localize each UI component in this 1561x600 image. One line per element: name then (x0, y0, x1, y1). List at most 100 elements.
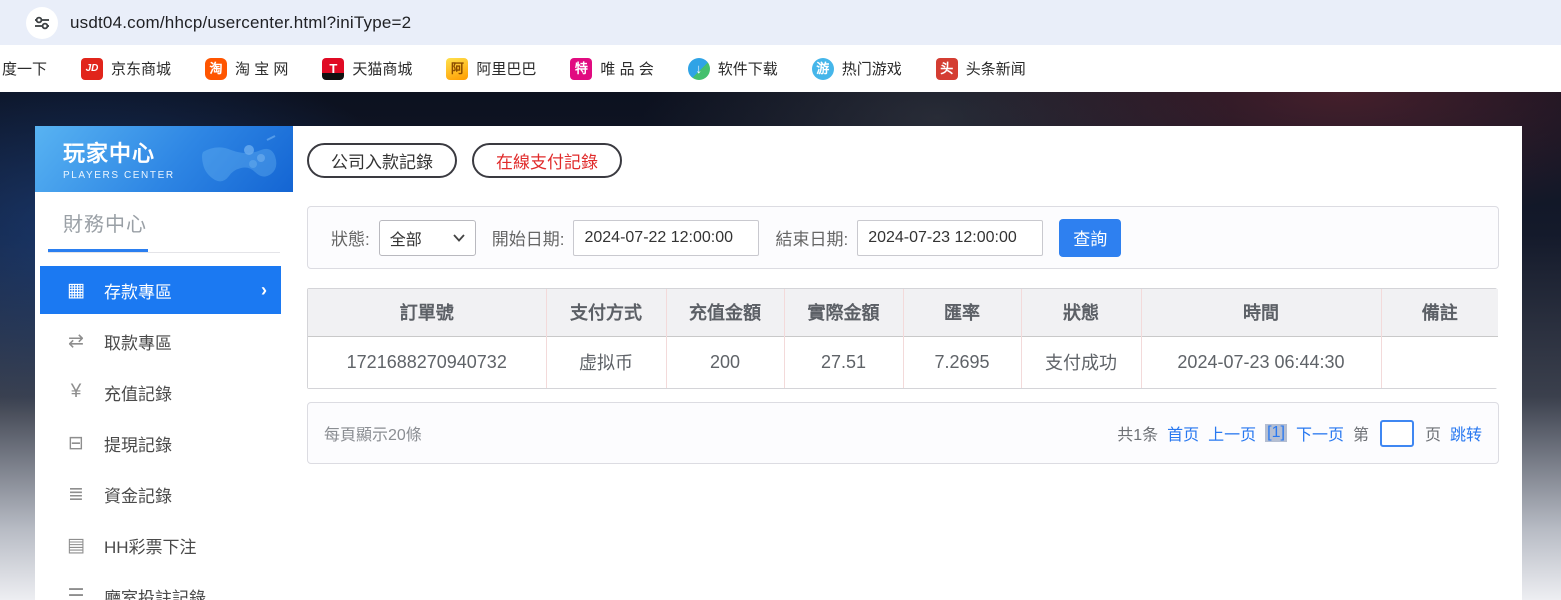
browser-url-bar: usdt04.com/hhcp/usercenter.html?iniType=… (0, 0, 1561, 45)
col-time: 時間 (1141, 289, 1381, 336)
bookmark-label: 头条新闻 (966, 58, 1026, 79)
bookmark-label: 度一下 (2, 58, 47, 79)
bookmark-vip[interactable]: 特 唯 品 会 (570, 58, 653, 80)
next-page-link[interactable]: 下一页 (1296, 421, 1344, 445)
taobao-icon: 淘 (205, 58, 227, 80)
bookmark-taobao[interactable]: 淘 淘 宝 网 (205, 58, 288, 80)
vip-icon: 特 (570, 58, 592, 80)
bookmark-software-download[interactable]: ↓ 软件下载 (688, 58, 778, 80)
site-settings-icon (34, 15, 50, 31)
pagination-controls: 共1条 首页 上一页 [1] 下一页 第 页 跳转 (1117, 420, 1482, 447)
sidebar-item-label: 充值記錄 (104, 380, 172, 405)
bookmark-baidu[interactable]: 度一下 (2, 58, 47, 79)
col-recharge-amount: 充值金額 (666, 289, 784, 336)
cell-actual-amount: 27.51 (784, 336, 903, 388)
status-select[interactable]: 全部 (379, 220, 476, 256)
cell-payment-method: 虚拟币 (546, 336, 666, 388)
bookmark-hot-games[interactable]: 游 热门游戏 (812, 58, 902, 80)
bookmark-label: 热门游戏 (842, 58, 902, 79)
pagination-panel: 每頁顯示20條 共1条 首页 上一页 [1] 下一页 第 页 跳转 (307, 402, 1499, 464)
records-table: 訂單號 支付方式 充值金額 實際金額 匯率 狀態 時間 備註 172168827… (307, 288, 1497, 389)
col-order-no: 訂單號 (308, 289, 546, 336)
end-date-label: 結束日期: (775, 225, 848, 250)
cash-icon: ≣ (63, 483, 89, 506)
table-header-row: 訂單號 支付方式 充值金額 實際金額 匯率 狀態 時間 備註 (308, 289, 1498, 336)
start-date-input[interactable] (573, 220, 759, 256)
gamepad-icon (183, 134, 279, 186)
sidebar-item-withdraw[interactable]: ⇄ 取款專區 (40, 317, 281, 365)
section-underline (48, 249, 280, 253)
withdraw-hand-icon: ⇄ (63, 330, 89, 353)
sidebar-nav: ▦ 存款專區 › ⇄ 取款專區 ¥ 充值記錄 ⊟ 提現記錄 ≣ 資金記錄 ▤ (35, 266, 293, 600)
sidebar-item-hall-bet-records[interactable]: ☰ 廳室投註記錄 (40, 572, 281, 600)
status-label: 狀態: (331, 225, 370, 250)
bookmark-alibaba[interactable]: 阿 阿里巴巴 (446, 58, 536, 80)
bookmark-label: 阿里巴巴 (476, 58, 536, 79)
sidebar-item-recharge-records[interactable]: ¥ 充值記錄 (40, 368, 281, 416)
bookmark-jd[interactable]: JD 京东商城 (81, 58, 171, 80)
end-date-input[interactable] (857, 220, 1043, 256)
alibaba-icon: 阿 (446, 58, 468, 80)
page-size-text: 每頁顯示20條 (324, 421, 422, 445)
first-page-link[interactable]: 首页 (1167, 421, 1199, 445)
tab-label: 在線支付記錄 (496, 148, 598, 173)
cell-recharge-amount: 200 (666, 336, 784, 388)
sidebar-item-label: 資金記錄 (104, 482, 172, 507)
tmall-icon: T (322, 58, 344, 80)
col-remark: 備註 (1381, 289, 1498, 336)
toutiao-icon: 头 (936, 58, 958, 80)
prev-page-link[interactable]: 上一页 (1208, 421, 1256, 445)
sidebar-item-label: 提現記錄 (104, 431, 172, 456)
query-button[interactable]: 查詢 (1059, 219, 1121, 257)
page-container: 玩家中心 PLAYERS CENTER 財務中心 ▦ 存款專區 › ⇄ 取款專區 (35, 126, 1522, 600)
sidebar: 玩家中心 PLAYERS CENTER 財務中心 ▦ 存款專區 › ⇄ 取款專區 (35, 126, 293, 600)
filter-panel: 狀態: 全部 開始日期: 結束日期: 查詢 (307, 206, 1499, 269)
ticket-list-icon: ▤ (63, 534, 89, 557)
jump-prefix-label: 第 (1353, 421, 1369, 445)
cell-time: 2024-07-23 06:44:30 (1141, 336, 1381, 388)
cell-order-no: 1721688270940732 (308, 336, 546, 388)
tab-online-payment-records[interactable]: 在線支付記錄 (472, 143, 622, 178)
bookmark-label: 淘 宝 网 (235, 58, 288, 79)
page-number-input[interactable] (1380, 420, 1414, 447)
sidebar-item-label: 取款專區 (104, 329, 172, 354)
main-content: 公司入款記錄 在線支付記錄 狀態: 全部 開始日期: 結束日期: 查詢 (293, 126, 1522, 600)
bookmark-label: 京东商城 (111, 58, 171, 79)
tab-company-deposit-records[interactable]: 公司入款記錄 (307, 143, 457, 178)
bookmarks-bar: 度一下 JD 京东商城 淘 淘 宝 网 T 天猫商城 阿 阿里巴巴 特 唯 品 … (0, 45, 1561, 92)
chevron-down-icon (453, 234, 465, 242)
sidebar-item-label: HH彩票下注 (104, 533, 197, 558)
list-icon: ☰ (63, 585, 89, 600)
sidebar-item-funds-records[interactable]: ≣ 資金記錄 (40, 470, 281, 518)
cell-status: 支付成功 (1021, 336, 1141, 388)
col-status: 狀態 (1021, 289, 1141, 336)
record-tabs: 公司入款記錄 在線支付記錄 (307, 143, 1522, 178)
site-info-chip[interactable] (26, 7, 58, 39)
col-actual-amount: 實際金額 (784, 289, 903, 336)
players-center-header: 玩家中心 PLAYERS CENTER (35, 126, 293, 192)
jump-button[interactable]: 跳转 (1450, 421, 1482, 445)
url-text[interactable]: usdt04.com/hhcp/usercenter.html?iniType=… (70, 13, 411, 33)
current-page-indicator: [1] (1265, 424, 1287, 442)
finance-center-title: 財務中心 (63, 208, 293, 237)
bookmark-label: 软件下载 (718, 58, 778, 79)
game-robot-icon: 游 (812, 58, 834, 80)
download-icon: ↓ (688, 58, 710, 80)
finance-center-section: 財務中心 (35, 192, 293, 237)
bookmark-tmall[interactable]: T 天猫商城 (322, 58, 412, 80)
cell-exchange-rate: 7.2695 (903, 336, 1021, 388)
cell-remark (1381, 336, 1498, 388)
sidebar-item-hh-lottery-bets[interactable]: ▤ HH彩票下注 (40, 521, 281, 569)
jd-icon: JD (81, 58, 103, 80)
bookmark-label: 唯 品 会 (600, 58, 653, 79)
bookmark-toutiao[interactable]: 头 头条新闻 (936, 58, 1026, 80)
moneybag-icon: ¥ (63, 381, 89, 403)
sidebar-item-label: 存款專區 (104, 278, 172, 303)
sidebar-item-deposit[interactable]: ▦ 存款專區 › (40, 266, 281, 314)
tab-label: 公司入款記錄 (331, 148, 433, 173)
sidebar-item-withdrawal-records[interactable]: ⊟ 提現記錄 (40, 419, 281, 467)
table-row: 1721688270940732 虚拟币 200 27.51 7.2695 支付… (308, 336, 1498, 388)
start-date-label: 開始日期: (492, 225, 565, 250)
total-count-text: 共1条 (1117, 421, 1158, 445)
jump-suffix-label: 页 (1425, 421, 1441, 445)
